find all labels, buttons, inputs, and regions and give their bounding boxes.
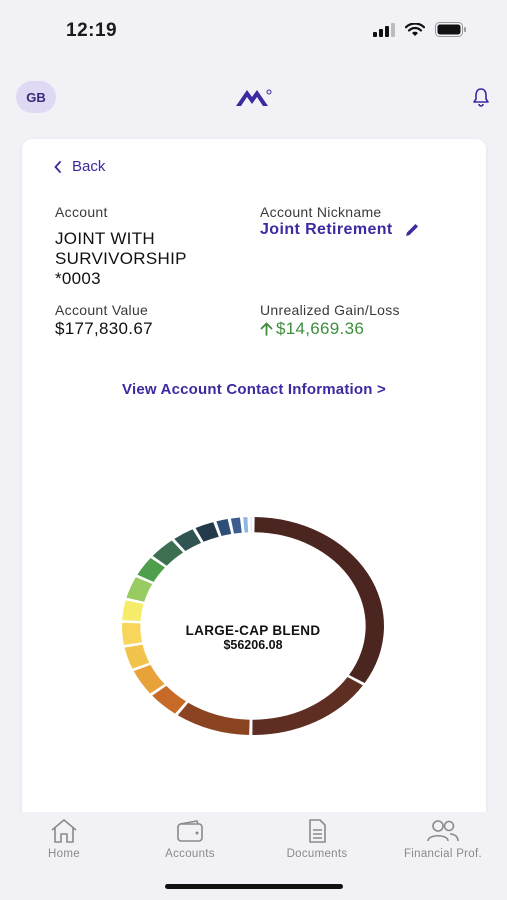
- donut-slice-8[interactable]: [126, 577, 153, 602]
- back-label: Back: [72, 158, 106, 175]
- donut-slice-2[interactable]: [177, 702, 250, 735]
- selected-value: $56206.08: [223, 638, 283, 652]
- chart-center-label: LARGE-CAP BLEND $56206.08: [122, 623, 384, 653]
- status-icons: [373, 22, 467, 37]
- account-value-amount: $177,830.67: [55, 319, 153, 338]
- gain-loss-amount: $14,669.36: [276, 319, 365, 338]
- donut-slice-3[interactable]: [152, 685, 186, 714]
- gain-loss-value: $14,669.36: [260, 319, 364, 339]
- donut-slice-10[interactable]: [152, 540, 184, 566]
- status-bar: 12:19: [0, 0, 507, 62]
- donut-slice-15[interactable]: [243, 517, 249, 533]
- account-number: *0003: [55, 269, 101, 288]
- donut-slice-0[interactable]: [254, 517, 385, 684]
- mountain-logo-icon: [236, 89, 272, 106]
- people-icon: [427, 820, 459, 842]
- tab-documents[interactable]: Documents: [267, 818, 367, 860]
- tab-home-label: Home: [48, 848, 80, 860]
- account-name: JOINT WITH SURVIVORSHIP *0003: [55, 229, 225, 289]
- gain-loss-label: Unrealized Gain/Loss: [260, 302, 400, 318]
- wifi-icon: [405, 22, 425, 36]
- donut-slice-12[interactable]: [195, 522, 219, 542]
- account-label: Account: [55, 204, 108, 220]
- signal-icon: [373, 22, 395, 37]
- home-indicator: [165, 884, 343, 889]
- tab-financial-prof-label: Financial Prof.: [403, 848, 482, 860]
- donut-slice-13[interactable]: [216, 519, 232, 537]
- nickname-value: Joint Retirement: [260, 221, 393, 238]
- tab-accounts[interactable]: Accounts: [140, 818, 240, 860]
- avatar[interactable]: GB: [16, 81, 56, 113]
- account-name-line-2: SURVIVORSHIP: [55, 249, 187, 268]
- nickname-label: Account Nickname: [260, 204, 382, 220]
- chevron-left-icon: [54, 160, 61, 173]
- battery-icon: [435, 22, 466, 37]
- donut-slice-4[interactable]: [133, 664, 165, 694]
- allocation-chart: LARGE-CAP BLEND $56206.08: [122, 517, 392, 742]
- document-icon: [309, 819, 326, 843]
- donut-slice-9[interactable]: [137, 557, 165, 582]
- wallet-icon: [177, 820, 203, 842]
- account-name-line-1: JOINT WITH: [55, 229, 155, 248]
- tab-accounts-label: Accounts: [165, 848, 215, 860]
- home-icon: [51, 819, 77, 843]
- donut-slice-14[interactable]: [230, 517, 242, 534]
- nickname-edit[interactable]: Joint Retirement: [260, 221, 419, 239]
- tab-documents-label: Documents: [286, 848, 348, 860]
- arrow-up-icon: [260, 322, 273, 336]
- donut-slice-7[interactable]: [122, 600, 144, 621]
- tab-financial-prof[interactable]: Financial Prof.: [393, 818, 493, 860]
- donut-slice-1[interactable]: [252, 677, 363, 735]
- view-contact-info-link[interactable]: View Account Contact Information >: [22, 381, 486, 398]
- tab-home[interactable]: Home: [14, 818, 114, 860]
- selected-category: LARGE-CAP BLEND: [185, 623, 321, 638]
- donut-slice-16[interactable]: [250, 517, 252, 533]
- account-value-label: Account Value: [55, 302, 149, 318]
- app-header: GB: [0, 62, 507, 138]
- pencil-icon[interactable]: [405, 223, 419, 237]
- bell-icon[interactable]: [471, 87, 491, 107]
- back-button[interactable]: Back: [54, 158, 105, 175]
- account-card: Back Account JOINT WITH SURVIVORSHIP *00…: [22, 139, 486, 819]
- status-time: 12:19: [66, 20, 118, 41]
